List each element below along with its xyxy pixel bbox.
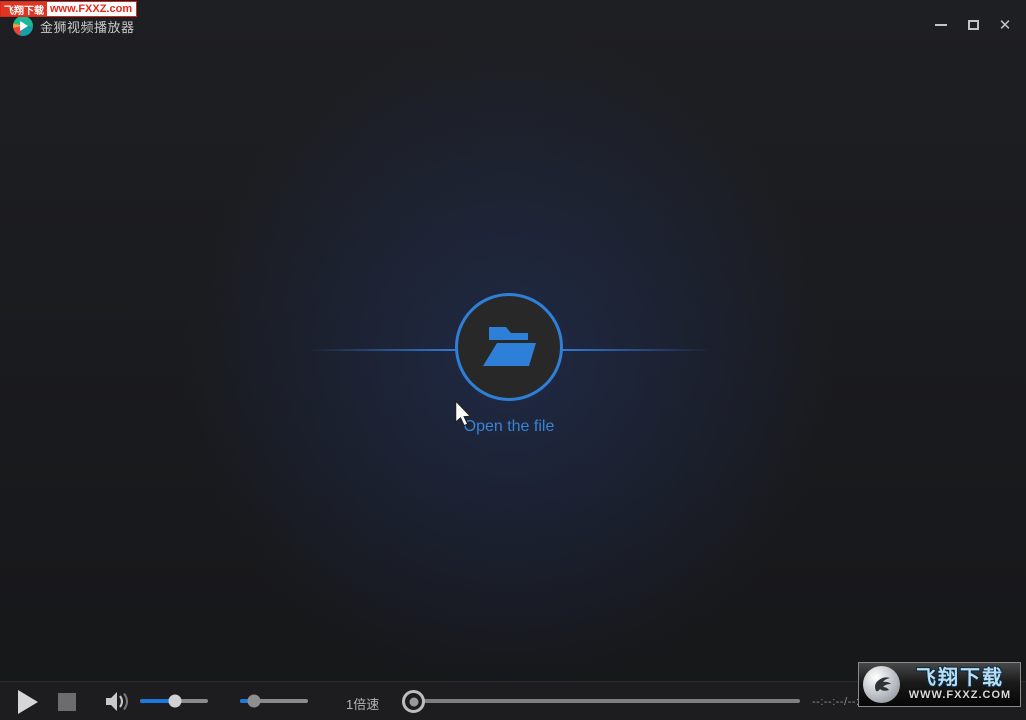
mouse-cursor xyxy=(452,401,474,427)
watermark-site-url: WWW.FXXZ.COM xyxy=(909,690,1011,701)
top-watermark-banner: 飞翔下载 www.FXXZ.com xyxy=(0,1,137,17)
seek-bar-knob[interactable] xyxy=(402,690,425,713)
video-viewport: Open the file xyxy=(0,0,1026,720)
volume-slider[interactable] xyxy=(140,699,208,703)
speaker-icon[interactable] xyxy=(104,691,129,712)
close-button[interactable]: ✕ xyxy=(992,14,1018,36)
open-file-button[interactable] xyxy=(455,293,563,401)
volume-slider-knob[interactable] xyxy=(168,695,181,708)
playback-speed-label[interactable]: 1倍速 xyxy=(346,694,379,713)
secondary-slider[interactable] xyxy=(240,699,308,703)
banner-site-label: 飞翔下载 xyxy=(1,2,47,16)
banner-site-url: www.FXXZ.com xyxy=(47,3,132,15)
open-file-label[interactable]: Open the file xyxy=(409,418,609,436)
maximize-icon xyxy=(968,20,979,30)
watermark-site-label: 飞翔下载 xyxy=(916,668,1004,688)
bottom-watermark: 飞翔下载 WWW.FXXZ.COM xyxy=(858,662,1021,707)
maximize-button[interactable] xyxy=(960,14,986,36)
app-title: 金狮视频播放器 xyxy=(40,17,135,36)
fxxz-logo-icon xyxy=(863,666,900,703)
decor-line-left xyxy=(308,349,456,351)
watermark-text: 飞翔下载 WWW.FXXZ.COM xyxy=(904,668,1016,701)
play-button[interactable] xyxy=(18,690,38,714)
stop-button[interactable] xyxy=(58,693,76,711)
close-icon: ✕ xyxy=(999,18,1012,33)
window-controls: ✕ xyxy=(928,14,1018,36)
secondary-slider-knob[interactable] xyxy=(248,695,261,708)
decor-line-right xyxy=(562,349,710,351)
minimize-button[interactable] xyxy=(928,14,954,36)
open-folder-icon xyxy=(478,321,540,373)
seek-bar[interactable] xyxy=(406,699,800,703)
app-logo-play-icon xyxy=(13,16,33,36)
titlebar[interactable]: 金狮视频播放器 ✕ xyxy=(0,0,1026,44)
player-window: 飞翔下载 www.FXXZ.com 金狮视频播放器 ✕ xyxy=(0,0,1026,720)
minimize-icon xyxy=(935,24,947,26)
app-brand: 金狮视频播放器 xyxy=(13,16,135,36)
